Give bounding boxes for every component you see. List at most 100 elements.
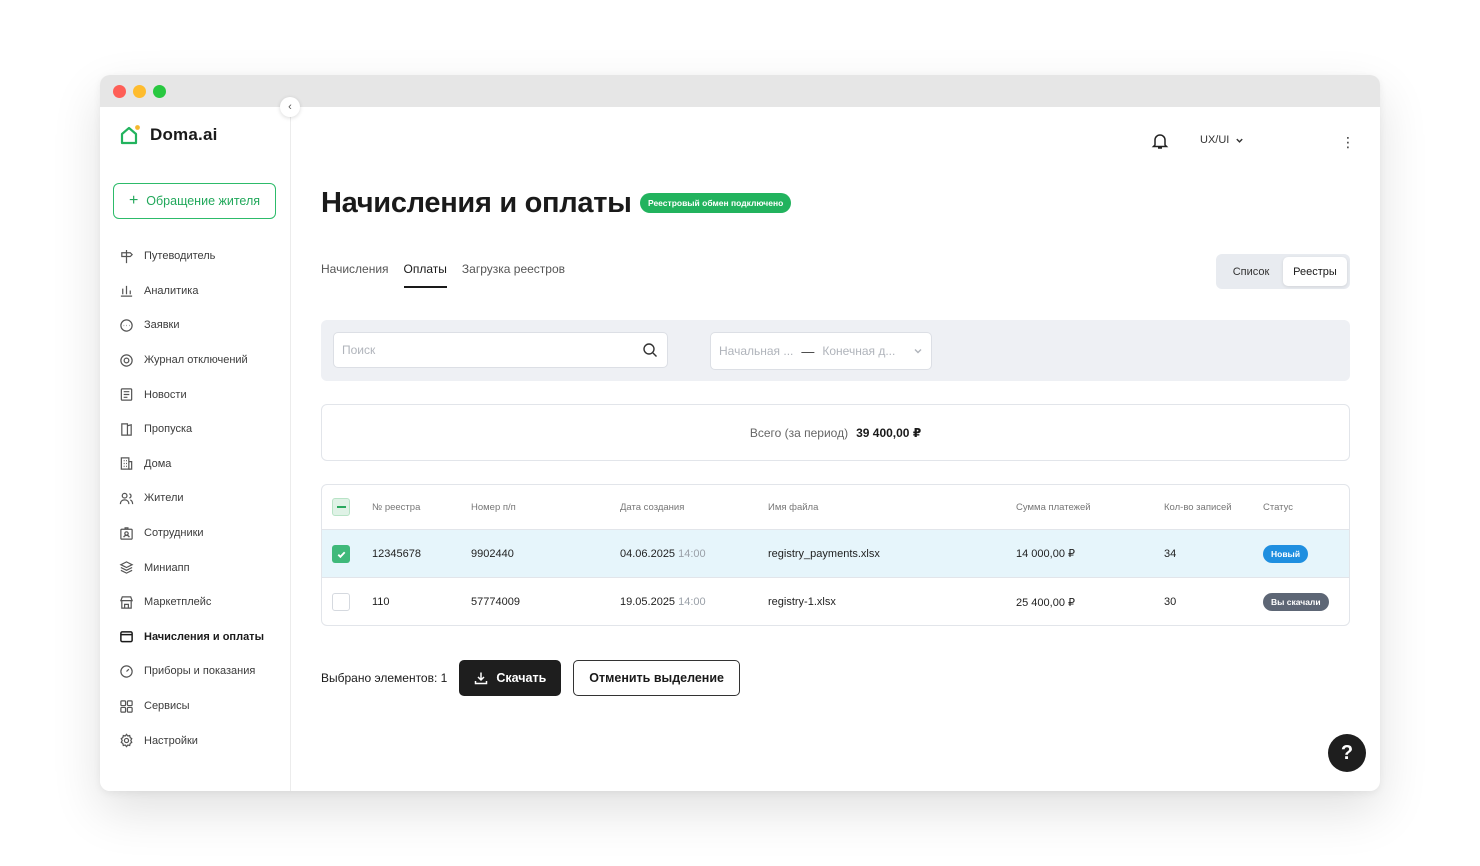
row-checkbox[interactable]: [332, 593, 350, 611]
payments-sum: 25 400,00 ₽: [1016, 596, 1075, 609]
table-row[interactable]: 12345678 9902440 04.06.2025 14:00 regist…: [322, 530, 1349, 578]
status-badge: Новый: [1263, 544, 1309, 563]
view-registries-option[interactable]: Реестры: [1283, 257, 1347, 286]
download-icon: [475, 672, 488, 685]
period-total-value: 39 400,00 ₽: [856, 425, 922, 440]
building-icon: [120, 457, 133, 471]
selection-bar: Выбрано элементов: 1 Скачать Отменить вы…: [321, 660, 740, 696]
download-button[interactable]: Скачать: [459, 660, 562, 696]
check-icon: [337, 551, 345, 558]
close-window-button[interactable]: [113, 85, 126, 98]
grid-icon: [120, 699, 133, 713]
table-header: № реестра Номер п/п Дата создания Имя фа…: [322, 485, 1349, 530]
wallet-icon: [120, 631, 133, 643]
records-count: 30: [1164, 596, 1177, 608]
created-date: 04.06.2025 14:00: [620, 548, 706, 560]
period-total-label: Всего (за период): [749, 425, 849, 440]
notifications-button[interactable]: [1151, 132, 1169, 155]
gear-icon: [120, 733, 133, 748]
sidebar-item-news[interactable]: Новости: [119, 377, 264, 412]
sidebar-item-label: Аналитика: [144, 284, 199, 297]
search-field: [333, 332, 668, 368]
sidebar-item-guide[interactable]: Путеводитель: [119, 239, 264, 274]
row-checkbox[interactable]: [332, 545, 350, 563]
view-toggle: Список Реестры: [1216, 254, 1350, 289]
sidebar-item-analytics[interactable]: Аналитика: [119, 274, 264, 309]
layers-icon: [119, 561, 134, 574]
registry-number: 110: [372, 596, 390, 608]
file-name[interactable]: registry-1.xlsx: [768, 596, 836, 608]
sidebar-item-meters[interactable]: Приборы и показания: [119, 654, 264, 689]
sidebar-item-services[interactable]: Сервисы: [119, 689, 264, 724]
column-header[interactable]: Сумма платежей: [1016, 502, 1091, 513]
column-header[interactable]: Имя файла: [768, 502, 818, 513]
status-badge: Вы скачали: [1263, 593, 1329, 611]
badge-icon: [120, 526, 133, 540]
tab-registry-upload[interactable]: Загрузка реестров: [462, 262, 565, 288]
view-list-option[interactable]: Список: [1219, 257, 1283, 286]
table-row[interactable]: 110 57774009 19.05.2025 14:00 registry-1…: [322, 578, 1349, 625]
page-title: Начисления и оплаты: [321, 187, 632, 219]
sidebar-item-label: Начисления и оплаты: [144, 630, 264, 643]
search-icon[interactable]: [642, 342, 658, 358]
search-input[interactable]: [334, 333, 624, 367]
filter-bar: Начальная ... — Конечная д...: [321, 320, 1350, 381]
tabs: Начисления Оплаты Загрузка реестров: [321, 262, 565, 288]
sidebar-item-buildings[interactable]: Дома: [119, 447, 264, 482]
tab-charges[interactable]: Начисления: [321, 262, 389, 288]
sidebar-item-passes[interactable]: Пропуска: [119, 412, 264, 447]
main-content: UX/UI ⋮ Начисления и оплаты Реестровый о…: [291, 107, 1380, 791]
collapse-sidebar-button[interactable]: ‹: [280, 97, 300, 117]
created-date: 19.05.2025 14:00: [620, 596, 706, 608]
date-start-input[interactable]: Начальная ...: [719, 344, 793, 358]
sidebar: Doma.ai + Обращение жителя Путеводитель …: [100, 107, 291, 791]
sidebar-item-label: Маркетплейс: [144, 596, 212, 609]
column-header[interactable]: № реестра: [372, 502, 420, 513]
sidebar-item-employees[interactable]: Сотрудники: [119, 516, 264, 551]
sidebar-item-label: Журнал отключений: [144, 354, 248, 367]
pass-icon: [121, 423, 132, 436]
sidebar-item-settings[interactable]: Настройки: [119, 723, 264, 758]
created-time-value: 14:00: [678, 596, 706, 608]
column-header[interactable]: Номер п/п: [471, 502, 516, 513]
created-date-value: 19.05.2025: [620, 596, 676, 608]
selected-count-label: Выбрано элементов: 1: [321, 671, 448, 685]
sidebar-item-requests[interactable]: Заявки: [119, 308, 264, 343]
created-time-value: 14:00: [678, 547, 706, 560]
help-button[interactable]: ?: [1328, 734, 1366, 772]
logo[interactable]: Doma.ai: [119, 124, 218, 146]
sidebar-item-label: Миниапп: [144, 561, 190, 574]
column-header[interactable]: Статус: [1263, 502, 1293, 513]
column-header[interactable]: Дата создания: [620, 502, 684, 513]
date-range-picker[interactable]: Начальная ... — Конечная д...: [710, 332, 932, 370]
power-log-icon: [120, 353, 133, 367]
plus-icon: +: [128, 192, 139, 209]
user-menu[interactable]: UX/UI: [1200, 134, 1244, 146]
sidebar-item-label: Путеводитель: [144, 250, 216, 263]
more-menu-button[interactable]: ⋮: [1341, 134, 1355, 151]
sidebar-item-outage-log[interactable]: Журнал отключений: [119, 343, 264, 378]
date-end-input[interactable]: Конечная д...: [822, 344, 895, 358]
sidebar-item-marketplace[interactable]: Маркетплейс: [119, 585, 264, 620]
maximize-window-button[interactable]: [153, 85, 166, 98]
select-all-checkbox[interactable]: [332, 498, 350, 516]
sidebar-item-label: Сервисы: [144, 700, 190, 713]
app-window: Doma.ai + Обращение жителя Путеводитель …: [100, 75, 1380, 791]
registries-table: № реестра Номер п/п Дата создания Имя фа…: [321, 484, 1350, 626]
store-icon: [119, 596, 134, 609]
sidebar-item-charges-payments[interactable]: Начисления и оплаты: [119, 620, 264, 655]
sidebar-item-label: Настройки: [144, 734, 198, 747]
resident-appeal-button[interactable]: + Обращение жителя: [113, 183, 276, 219]
sidebar-item-residents[interactable]: Жители: [119, 481, 264, 516]
tab-payments[interactable]: Оплаты: [403, 262, 448, 288]
cancel-selection-button[interactable]: Отменить выделение: [573, 660, 740, 696]
file-name[interactable]: registry_payments.xlsx: [768, 548, 880, 560]
question-icon: ?: [1340, 741, 1354, 764]
sidebar-item-label: Заявки: [144, 319, 180, 332]
column-header[interactable]: Кол-во записей: [1164, 502, 1232, 513]
sidebar-item-miniapp[interactable]: Миниапп: [119, 550, 264, 585]
minimize-window-button[interactable]: [133, 85, 146, 98]
logo-text: Doma.ai: [150, 125, 218, 144]
bar-chart-icon: [120, 286, 133, 298]
newspaper-icon: [120, 388, 133, 401]
